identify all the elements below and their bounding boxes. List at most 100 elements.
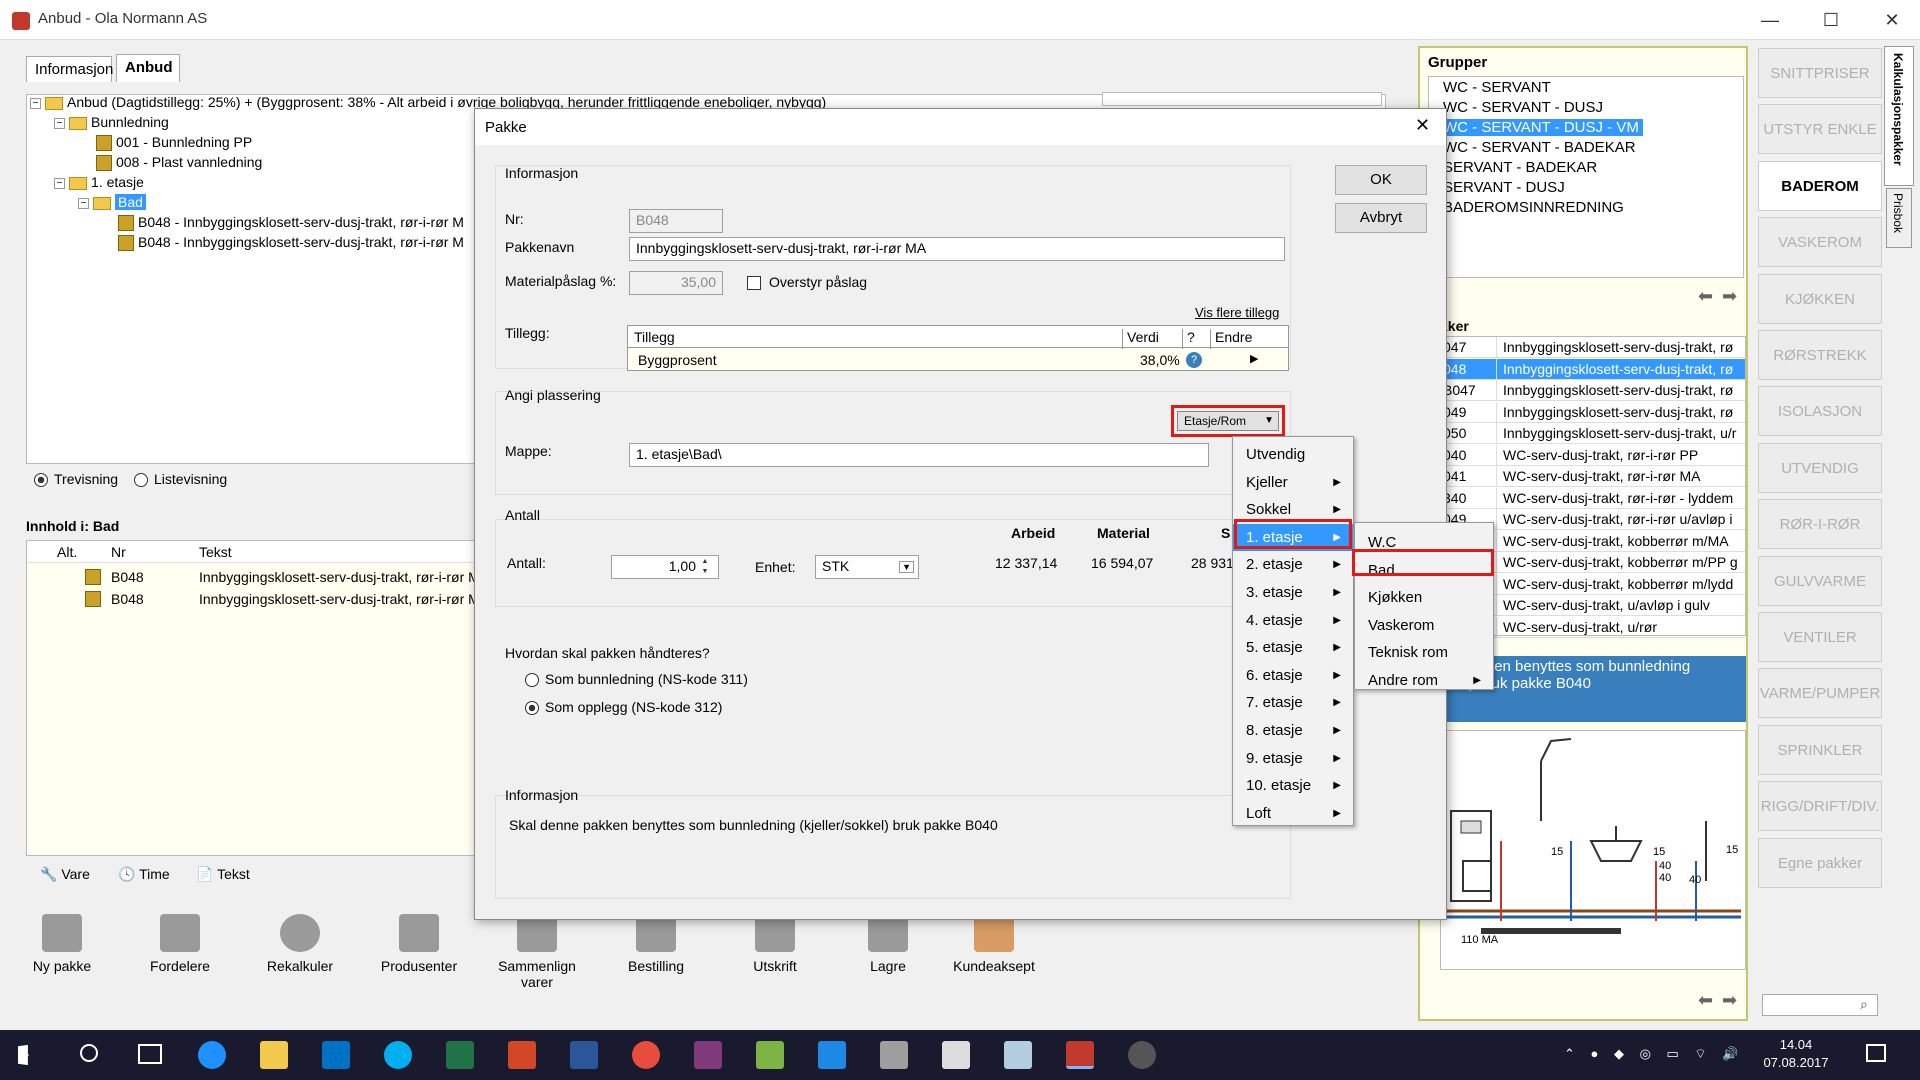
menu-item[interactable]: 2. etasje ▶ — [1233, 551, 1353, 578]
package-row[interactable]: 050 Innbyggingsklosett-serv-dusj-trakt, u… — [1441, 423, 1745, 444]
category-button[interactable]: RØRSTREKK — [1758, 330, 1882, 380]
tree-leaf-001[interactable]: 001 - Bunnledning PP — [96, 134, 252, 152]
category-button[interactable]: RIGG/DRIFT/DIV. — [1758, 781, 1882, 832]
menu-item[interactable]: Teknisk rom — [1355, 639, 1493, 666]
collapse-icon[interactable]: − — [78, 197, 89, 209]
calculator-icon[interactable] — [942, 1041, 970, 1069]
radio-opplegg[interactable]: Som opplegg (NS-kode 312) — [525, 699, 722, 716]
menu-item[interactable]: Kjøkken — [1355, 584, 1493, 611]
group-item[interactable]: WC - SERVANT - DUSJ — [1443, 99, 1603, 116]
fordelere-button[interactable]: Fordelere — [130, 914, 230, 974]
group-item[interactable]: BADEROMSINNREDNING — [1443, 199, 1624, 216]
app-window-icon[interactable] — [1004, 1041, 1032, 1069]
word-icon[interactable] — [570, 1041, 598, 1069]
drawing-next-icon[interactable]: ➡ — [1722, 990, 1737, 1011]
category-button[interactable]: SPRINKLER — [1758, 724, 1882, 775]
menu-item[interactable]: Utvendig — [1233, 441, 1353, 468]
category-button[interactable]: SNITTPRISER — [1758, 48, 1882, 98]
overstyr-paslag-checkbox[interactable]: Overstyr påslag — [747, 274, 867, 291]
vis-flere-tillegg-link[interactable]: Vis flere tillegg — [1195, 305, 1279, 320]
enhet-select[interactable]: STK ▼ — [815, 555, 919, 579]
group-item[interactable]: SERVANT - BADEKAR — [1443, 159, 1597, 176]
tree-node-1-etasje[interactable]: − 1. etasje — [54, 174, 144, 190]
package-row[interactable]: 048 Innbyggingsklosett-serv-dusj-trakt, r… — [1441, 358, 1745, 380]
category-button[interactable]: VARME/PUMPER — [1758, 668, 1882, 719]
groups-next-icon[interactable]: ➡ — [1722, 286, 1737, 307]
search-icon[interactable]: ⌕ — [1860, 996, 1868, 1013]
table-row[interactable]: B048 Innbyggingsklosett-serv-dusj-trakt,… — [27, 567, 489, 587]
group-item-selected[interactable]: WC - SERVANT - DUSJ - VM — [1439, 119, 1643, 136]
category-button[interactable]: VASKEROM — [1758, 217, 1882, 268]
add-tekst-button[interactable]: 📄 Tekst — [196, 866, 250, 883]
help-icon[interactable]: ? — [1186, 352, 1202, 368]
add-vare-button[interactable]: 🔧 Vare — [40, 866, 90, 883]
onenote-icon[interactable] — [694, 1041, 722, 1069]
group-item[interactable]: WC - SERVANT - BADEKAR — [1443, 139, 1636, 156]
col-header-nr[interactable]: Nr — [111, 544, 126, 560]
nr-field[interactable]: B048 — [629, 209, 723, 233]
collapse-icon[interactable]: − — [30, 97, 41, 109]
category-button[interactable]: Egne pakker — [1758, 837, 1882, 888]
category-button[interactable]: UTVENDIG — [1758, 442, 1882, 493]
avbryt-button[interactable]: Avbryt — [1335, 203, 1427, 233]
menu-item[interactable]: Vaskerom — [1355, 612, 1493, 639]
app-spiral-icon[interactable] — [1128, 1041, 1156, 1069]
app-green-icon[interactable] — [756, 1041, 784, 1069]
menu-item[interactable]: 8. etasje ▶ — [1233, 717, 1353, 744]
category-button[interactable]: KJØKKEN — [1758, 273, 1882, 324]
radio-bunnledning[interactable]: Som bunnledning (NS-kode 311) — [525, 671, 748, 688]
menu-item[interactable]: 6. etasje ▶ — [1233, 662, 1353, 689]
materialpaslag-field[interactable]: 35,00 — [629, 271, 723, 295]
kundeaksept-button[interactable]: Kundeaksept — [944, 914, 1044, 974]
tree-leaf-008[interactable]: 008 - Plast vannledning — [96, 154, 262, 172]
lagre-button[interactable]: Lagre — [838, 914, 938, 974]
tree-node-bad[interactable]: − Bad — [78, 194, 146, 210]
category-button[interactable]: BADEROM — [1758, 160, 1882, 211]
category-button[interactable]: ISOLASJON — [1758, 386, 1882, 437]
menu-item[interactable]: 3. etasje ▶ — [1233, 579, 1353, 606]
etasje-rom-dropdown[interactable]: Etasje/Rom ▼ — [1177, 411, 1279, 431]
tree-leaf-b048[interactable]: B048 - Innbyggingsklosett-serv-dusj-trak… — [118, 234, 474, 252]
clock[interactable]: 14.04 07.08.2017 — [1756, 1036, 1836, 1072]
notification-icon[interactable] — [1866, 1044, 1886, 1062]
search-icon[interactable] — [80, 1044, 98, 1062]
menu-item[interactable]: 10. etasje ▶ — [1233, 772, 1353, 799]
tree-node-bunnledning[interactable]: − Bunnledning — [54, 114, 169, 130]
bestilling-button[interactable]: Bestilling — [606, 914, 706, 974]
drawing-prev-icon[interactable]: ⬅ — [1698, 990, 1713, 1011]
maximize-button[interactable]: ☐ — [1806, 4, 1856, 36]
ok-button[interactable]: OK — [1335, 165, 1427, 195]
close-button[interactable]: ✕ — [1867, 4, 1917, 36]
vertical-tab-prisbok[interactable]: Prisbok — [1886, 188, 1912, 248]
utskrift-button[interactable]: Utskrift — [725, 914, 825, 974]
tab-anbud[interactable]: Anbud — [116, 54, 180, 82]
col-header-alt[interactable]: Alt. — [57, 544, 77, 560]
system-tray[interactable]: ⌃ ● ◆ ◎ ▭ ⌔ 🔊 — [1564, 1046, 1750, 1064]
app-tools-icon[interactable] — [880, 1041, 908, 1069]
sammenlign-varer-button[interactable]: Sammenlign varer — [487, 914, 587, 990]
minimize-button[interactable]: — — [1745, 4, 1795, 36]
rekalkuler-button[interactable]: Rekalkuler — [250, 914, 350, 974]
produsenter-button[interactable]: Produsenter — [369, 914, 469, 974]
excel-icon[interactable] — [446, 1041, 474, 1069]
powerpoint-icon[interactable] — [508, 1041, 536, 1069]
category-button[interactable]: VENTILER — [1758, 612, 1882, 662]
ny-pakke-button[interactable]: Ny pakke — [12, 914, 112, 974]
groups-prev-icon[interactable]: ⬅ — [1698, 286, 1713, 307]
edit-arrow-icon[interactable]: ▶ — [1250, 352, 1258, 365]
outlook-icon[interactable] — [322, 1041, 350, 1069]
antall-stepper[interactable]: ▲ ▼ — [697, 557, 713, 577]
package-row[interactable]: 340 WC-serv-dusj-trakt, rør-i-rør - lydde… — [1441, 487, 1745, 509]
app-blue-icon[interactable] — [818, 1041, 846, 1069]
dialog-close-icon[interactable]: ✕ — [1415, 115, 1430, 136]
col-header-tekst[interactable]: Tekst — [199, 544, 232, 560]
menu-item[interactable]: Loft ▶ — [1233, 800, 1353, 827]
menu-item[interactable]: 5. etasje ▶ — [1233, 634, 1353, 661]
tree-leaf-b048[interactable]: B048 - Innbyggingsklosett-serv-dusj-trak… — [118, 214, 474, 232]
menu-item[interactable]: 9. etasje ▶ — [1233, 745, 1353, 772]
anbud-app-icon[interactable] — [1066, 1041, 1094, 1069]
menu-item[interactable]: 4. etasje ▶ — [1233, 607, 1353, 634]
mappe-field[interactable]: 1. etasje\Bad\ — [629, 443, 1209, 467]
tab-informasjon[interactable]: Informasjon — [26, 56, 113, 82]
edge-icon[interactable] — [198, 1041, 226, 1069]
